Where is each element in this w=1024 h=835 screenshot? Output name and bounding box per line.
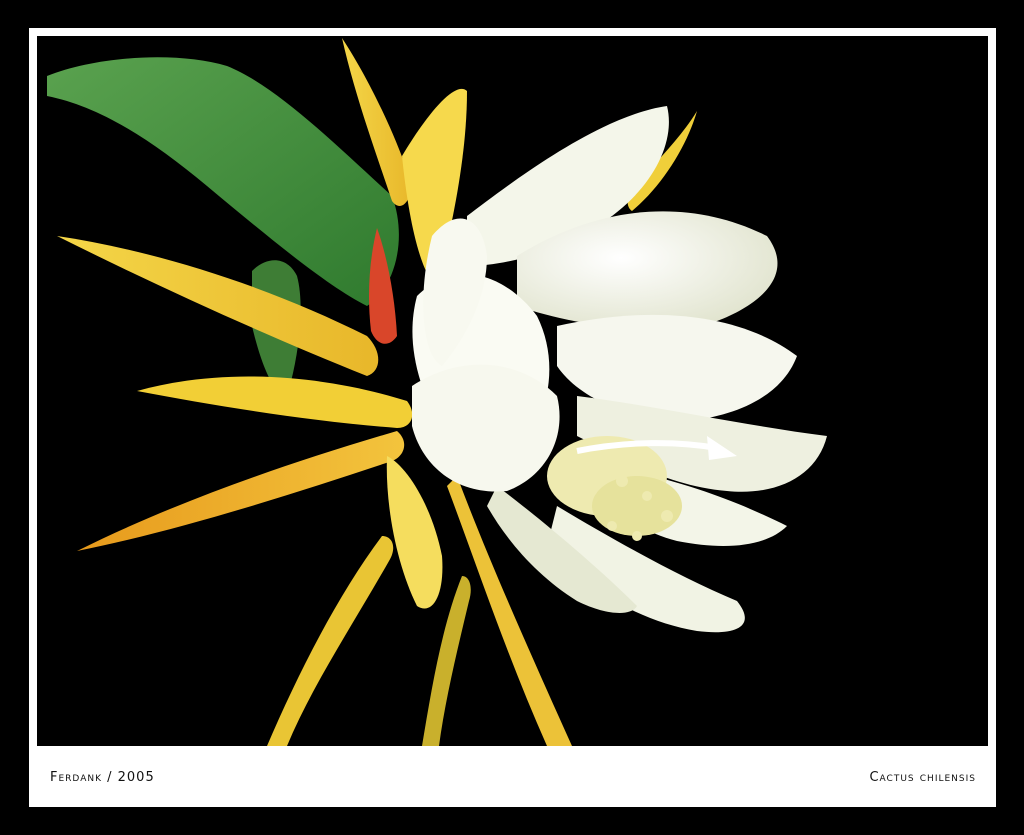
flower-photo (37, 36, 988, 746)
sepal-lower-left (77, 431, 405, 551)
flower-illustration (47, 38, 827, 746)
cactus-stem (47, 57, 399, 306)
sepal-mid-2 (386, 456, 443, 609)
sepal-bottom-1 (267, 536, 394, 746)
photographer-credit: Ferdank / 2005 (50, 770, 155, 785)
species-caption: Cactus chilensis (869, 770, 976, 785)
sepal-left (137, 376, 413, 428)
